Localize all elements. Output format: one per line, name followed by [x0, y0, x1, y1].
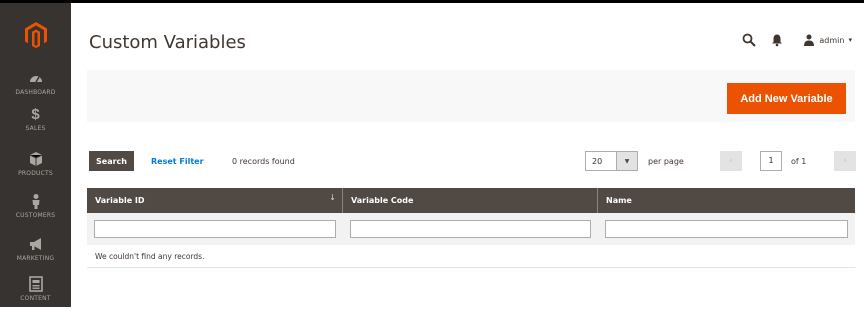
sort-arrow-icon: ↓: [329, 193, 336, 202]
grid-filter-row: [87, 213, 855, 245]
content-icon: [28, 276, 44, 292]
name-filter-input[interactable]: [605, 220, 848, 238]
variables-grid: Variable ID ↓ Variable Code Name We coul…: [87, 188, 855, 268]
sidebar-item-label: Sales: [25, 125, 46, 132]
per-page-label: per page: [648, 157, 684, 166]
user-name: admin: [819, 35, 845, 45]
grid-header-row: Variable ID ↓ Variable Code Name: [87, 188, 855, 213]
chevron-down-icon: ▾: [848, 36, 852, 44]
column-header-label: Variable Code: [351, 196, 414, 205]
next-page-button[interactable]: ›: [834, 151, 856, 171]
total-pages: of 1: [791, 157, 807, 166]
filter-cell: [598, 220, 855, 238]
records-found-count: 0 records found: [232, 157, 295, 166]
magento-logo[interactable]: [0, 6, 71, 64]
bell-icon[interactable]: [769, 32, 785, 48]
header-actions: admin ▾: [729, 30, 852, 50]
magento-logo-icon: [24, 22, 47, 48]
sidebar-item-customers[interactable]: Customers: [0, 193, 71, 239]
chevron-right-icon: ›: [843, 156, 847, 166]
chevron-left-icon: ‹: [729, 156, 733, 166]
per-page-select[interactable]: 20 ▼: [585, 151, 638, 171]
user-menu[interactable]: admin ▾: [803, 34, 852, 46]
add-new-variable-button[interactable]: Add New Variable: [727, 83, 846, 114]
variable-code-filter-input[interactable]: [350, 220, 591, 238]
page-title: Custom Variables: [89, 32, 246, 53]
empty-records-message: We couldn't find any records.: [87, 245, 855, 268]
reset-filter-link[interactable]: Reset Filter: [151, 157, 204, 166]
column-header-label: Variable ID: [95, 196, 145, 205]
megaphone-icon: [28, 236, 44, 252]
sidebar-item-products[interactable]: Products: [0, 151, 71, 197]
dollar-icon: $: [31, 105, 40, 123]
search-button[interactable]: Search: [89, 151, 134, 171]
column-header-label: Name: [606, 196, 632, 205]
sidebar-item-label: Customers: [15, 212, 56, 219]
filter-cell: [343, 220, 598, 238]
current-page-input[interactable]: 1: [760, 151, 782, 171]
sidebar-item-sales[interactable]: $ Sales: [0, 106, 71, 152]
cube-icon: [28, 151, 44, 167]
column-header-variable-id[interactable]: Variable ID ↓: [87, 188, 343, 213]
filter-cell: [87, 220, 343, 238]
admin-sidebar: Dashboard $ Sales Products Customers Mar…: [0, 3, 71, 307]
sidebar-item-label: Dashboard: [15, 89, 56, 96]
sidebar-item-content[interactable]: Content: [0, 276, 71, 322]
sidebar-item-label: Marketing: [16, 255, 55, 262]
user-icon: [804, 34, 815, 46]
person-icon: [28, 193, 44, 209]
chevron-down-icon[interactable]: ▼: [616, 152, 637, 170]
top-border: [0, 0, 864, 3]
sidebar-item-label: Content: [20, 295, 51, 302]
column-header-variable-code[interactable]: Variable Code: [343, 188, 598, 213]
column-header-name[interactable]: Name: [598, 188, 855, 213]
previous-page-button[interactable]: ‹: [720, 151, 742, 171]
per-page-value: 20: [592, 156, 603, 166]
search-icon[interactable]: [741, 32, 757, 48]
variable-id-filter-input[interactable]: [94, 220, 336, 238]
sidebar-item-label: Products: [18, 170, 53, 177]
dashboard-icon: [28, 70, 44, 86]
